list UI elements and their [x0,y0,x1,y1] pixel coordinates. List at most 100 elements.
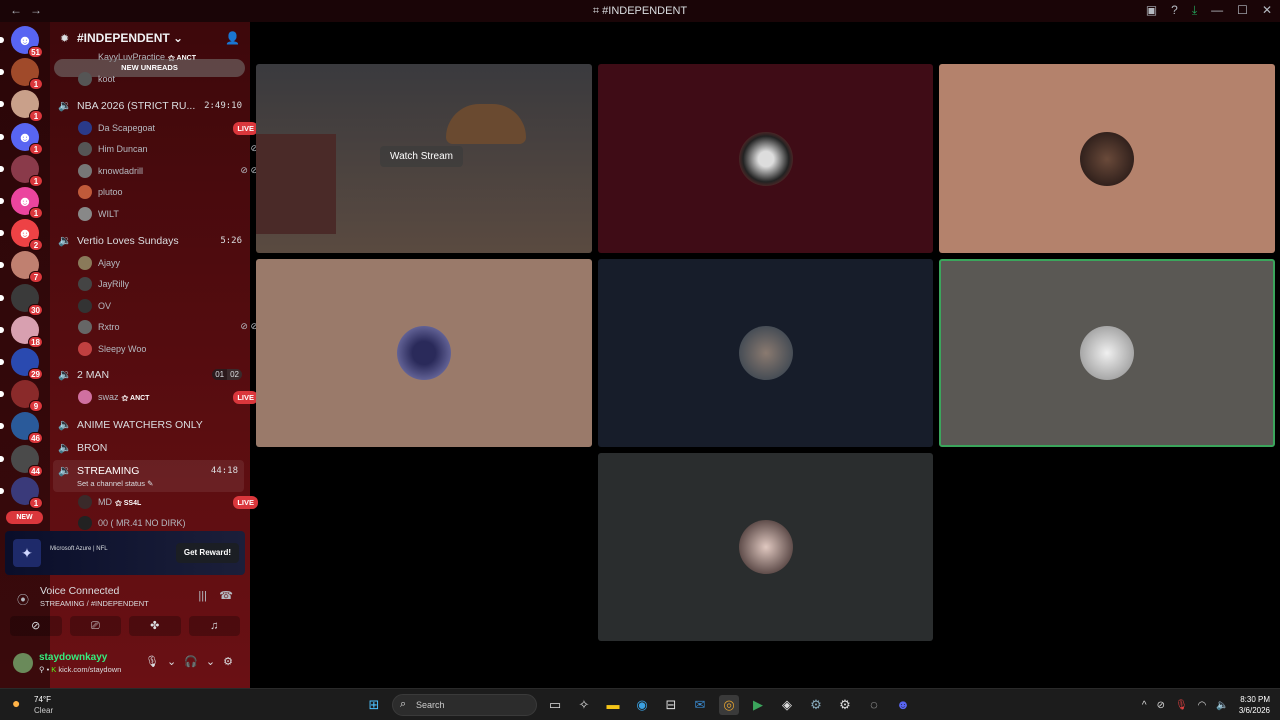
store-icon[interactable]: ⊟ [661,695,681,715]
stream-preview-shape [446,104,526,144]
app-icon[interactable]: ◌ [864,695,884,715]
avatar [78,163,92,178]
voice-channel-anime[interactable]: 🔈 ANIME WATCHERS ONLY [58,416,248,434]
voice-user-row[interactable]: Da Scapegoat LIVE [78,120,278,138]
chevron-up-icon[interactable]: ^ [1142,700,1147,711]
voice-channel-2man[interactable]: 🔉 2 MAN 01 02 [58,366,248,384]
voice-user-row[interactable]: knowdadrill ⊘ ⊘ [78,163,278,181]
date: 3/6/2026 [1238,706,1270,715]
signal-icon[interactable]: ⦿ [17,591,29,608]
maximize-button[interactable]: ☐ [1237,3,1248,18]
screen-share-icon[interactable]: ▣ [1146,3,1157,18]
user-name: 00 ( MR.41 NO DIRK) [98,518,186,528]
wifi-icon[interactable]: ◠ [1198,700,1207,711]
file-explorer-icon[interactable]: ▬ [603,695,623,715]
chevron-down-icon[interactable]: ⌄ [167,655,176,668]
server-icon[interactable]: 9 [0,380,43,413]
headphones-icon[interactable]: 🎧 [184,655,198,668]
voice-user-row[interactable]: Ajayy [78,255,278,273]
disconnect-icon[interactable]: ☎ [219,589,233,602]
voice-user-row[interactable]: Rxtro ⊘ ⊘ [78,319,278,337]
settings-icon[interactable]: ⚙ [835,695,855,715]
voice-channel-vertio[interactable]: 🔉 Vertio Loves Sundays 5:26 [58,232,248,250]
voice-channel-path[interactable]: STREAMING / #INDEPENDENT [40,599,149,608]
weather-widget[interactable]: ● 74°F Clear [12,693,72,717]
voice-user-row[interactable]: WILT [78,206,278,224]
voice-user-row[interactable]: MD ⚝ SS4L LIVE [78,494,278,512]
voice-user-row[interactable]: plutoo [78,184,278,202]
clock[interactable]: 8:30 PM 3/6/2026 [1239,694,1270,716]
server-icon[interactable]: ☻ 1 [0,187,43,219]
server-icon[interactable]: 1 [0,154,43,187]
avatar [78,206,92,221]
edge-icon[interactable]: ◉ [632,695,652,715]
server-icon[interactable]: 1 [0,58,43,91]
user-row-koot[interactable]: koot [78,71,278,89]
user-name: Him Duncan [98,144,148,155]
server-icon[interactable]: ☻ 1 [0,122,43,155]
voice-user-row[interactable]: JayRilly [78,276,278,294]
speaker-icon: 🔉 [58,100,72,112]
camera-off-button[interactable]: ⊘ [10,616,62,636]
discord-icon[interactable]: ☻ [893,695,913,715]
steam-icon[interactable]: ⚙ [806,695,826,715]
windows-start-icon[interactable]: ⊞ [364,695,384,715]
voice-channel-nba[interactable]: 🔉 NBA 2026 (STRICT RU... 2:49:10 [58,97,248,115]
server-icon[interactable]: 18 [0,315,43,348]
get-reward-button[interactable]: Get Reward! [175,543,239,563]
server-icon[interactable]: 7 [0,251,43,284]
server-icon[interactable]: 1 [0,90,43,123]
mention-badge: 1 [29,174,43,187]
server-icon[interactable]: ☻ 2 [0,219,43,252]
user-name[interactable]: staydownkayy [39,652,107,663]
app-icon[interactable]: ◈ [777,695,797,715]
gear-icon[interactable]: ⚙ [223,655,233,668]
channel-status[interactable]: Set a channel status ✎ [77,479,227,488]
soundboard-button[interactable]: ♫ [188,616,240,636]
close-button[interactable]: ✕ [1262,3,1272,18]
voice-user-row[interactable]: OV [78,298,278,316]
promo-banner[interactable]: ✦ Microsoft Azure | NFL Get Reward! [5,531,245,575]
server-icon[interactable]: 44 [0,444,43,477]
voice-user-row[interactable]: Sleepy Woo [78,341,278,359]
copilot-icon[interactable]: ✧ [574,695,594,715]
video-tile-speaking[interactable] [939,259,1275,447]
voice-channel-bron[interactable]: 🔈 BRON [58,439,248,457]
watch-stream-button[interactable]: Watch Stream [380,146,463,167]
avatar[interactable] [13,653,33,673]
mail-icon[interactable]: ✉ [690,695,710,715]
share-screen-button[interactable]: ⎚ [69,616,121,636]
new-servers-pill[interactable]: NEW [6,511,43,524]
server-icon[interactable]: 30 [0,283,43,316]
activities-button[interactable]: ✤ [129,616,181,636]
app-icon[interactable]: ▶ [748,695,768,715]
server-icon[interactable]: 46 [0,412,43,445]
video-tile[interactable] [256,259,592,447]
invite-icon[interactable]: 👤 [225,31,240,45]
task-view-icon[interactable]: ▭ [545,695,565,715]
noise-suppression-icon[interactable]: ||| [198,590,207,602]
volume-icon[interactable]: 🔈 [1216,700,1228,711]
search-input[interactable]: ⌕ Search [392,694,537,716]
chrome-icon[interactable]: ◎ [719,695,739,715]
video-tile[interactable] [598,453,933,641]
video-tile[interactable] [598,64,933,253]
chevron-down-icon[interactable]: ⌄ [206,655,215,668]
microphone-icon[interactable]: 🎙 [145,655,159,668]
streaming-header[interactable]: 🔉 STREAMING 44:18 [58,462,248,480]
stream-tile[interactable]: Watch Stream [256,64,592,253]
video-tile[interactable] [939,64,1275,253]
video-tile[interactable] [598,259,933,447]
minimize-button[interactable]: — [1211,3,1223,18]
voice-status-title[interactable]: Voice Connected [40,585,119,597]
help-icon[interactable]: ? [1171,3,1178,18]
guild-name: #INDEPENDENT [77,31,170,45]
server-icon[interactable]: 1 [0,476,43,509]
microphone-icon[interactable]: 🎙 [1175,700,1188,711]
server-icon[interactable]: 29 [0,348,43,380]
network-icon[interactable]: ⊘ [1157,700,1165,711]
server-icon[interactable]: ☻ 51 [0,26,43,58]
voice-user-row[interactable]: swaz ⚝ ANCT LIVE [78,389,278,407]
voice-user-row[interactable]: Him Duncan ⊘ [78,141,278,159]
download-icon[interactable]: ⤓ [1192,3,1197,18]
